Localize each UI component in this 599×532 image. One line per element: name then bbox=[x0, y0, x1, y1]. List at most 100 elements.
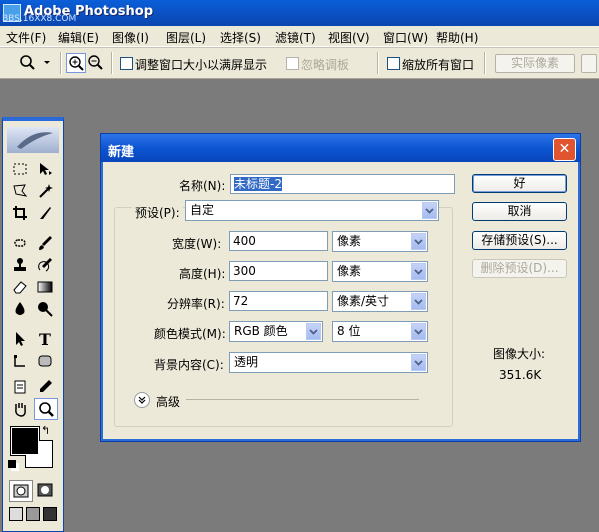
healing-brush-icon bbox=[14, 239, 26, 247]
close-icon[interactable]: ✕ bbox=[553, 138, 576, 161]
advanced-toggle-icon[interactable] bbox=[134, 392, 150, 408]
dodge-icon bbox=[38, 302, 53, 317]
height-unit-select[interactable]: 像素 bbox=[332, 261, 428, 282]
height-input[interactable]: 300 bbox=[229, 261, 328, 281]
healing-brush-tool[interactable] bbox=[9, 233, 31, 253]
brush-tool[interactable] bbox=[34, 233, 56, 253]
name-input[interactable]: 未标题-2 bbox=[230, 174, 455, 194]
new-document-dialog: 新建 ✕ 名称(N): 未标题-2 预设(P): 自定 宽度(W): 400 像… bbox=[100, 133, 581, 442]
magic-wand-tool[interactable] bbox=[34, 181, 56, 201]
color-mode-select[interactable]: RGB 颜色 bbox=[229, 321, 323, 342]
eyedropper-icon bbox=[40, 380, 52, 392]
path-selection-tool[interactable] bbox=[9, 329, 31, 349]
width-label: 宽度(W): bbox=[172, 237, 222, 251]
menu-layer[interactable]: 图层(L) bbox=[166, 29, 206, 46]
zoom-in-button[interactable] bbox=[66, 53, 86, 73]
default-colors-icon[interactable] bbox=[8, 460, 16, 468]
history-brush-icon bbox=[38, 258, 52, 272]
color-mode-value: RGB 颜色 bbox=[234, 324, 288, 338]
notes-tool[interactable] bbox=[9, 377, 31, 397]
chevron-down-icon bbox=[411, 323, 426, 340]
dodge-tool[interactable] bbox=[34, 299, 56, 319]
standard-mode-icon bbox=[13, 484, 29, 498]
screen-mode-fullscreen-icon[interactable] bbox=[43, 507, 57, 521]
screen-mode-standard-icon[interactable] bbox=[9, 507, 23, 521]
palette-header-logo bbox=[7, 127, 59, 153]
menu-image[interactable]: 图像(I) bbox=[112, 29, 149, 46]
menu-edit[interactable]: 编辑(E) bbox=[58, 29, 99, 46]
zoom-out-icon bbox=[88, 55, 103, 70]
bit-depth-select[interactable]: 8 位 bbox=[332, 321, 428, 342]
menu-select[interactable]: 选择(S) bbox=[220, 29, 261, 46]
zoom-out-button[interactable] bbox=[86, 53, 104, 71]
standard-mode-button[interactable] bbox=[9, 480, 33, 502]
rounded-rectangle-icon bbox=[38, 355, 52, 367]
gradient-icon bbox=[37, 281, 53, 293]
chevron-down-icon bbox=[411, 354, 426, 371]
dialog-title: 新建 bbox=[108, 145, 135, 160]
delete-preset-button[interactable]: 删除预设(D)... bbox=[472, 259, 567, 278]
resize-window-label: 调整窗口大小以满屏显示 bbox=[135, 58, 268, 72]
menu-filter[interactable]: 滤镜(T) bbox=[275, 29, 316, 46]
ignore-palettes-label: 忽略调板 bbox=[301, 58, 350, 72]
eyedropper-tool[interactable] bbox=[34, 377, 56, 397]
fit-screen-button[interactable] bbox=[581, 54, 597, 73]
quick-mask-button[interactable] bbox=[34, 480, 56, 500]
resolution-input[interactable]: 72 bbox=[229, 291, 328, 311]
ignore-palettes-checkbox[interactable] bbox=[286, 57, 299, 70]
height-label: 高度(H): bbox=[179, 267, 226, 281]
zoom-all-windows-checkbox[interactable] bbox=[387, 57, 400, 70]
pen-tool[interactable] bbox=[9, 351, 31, 371]
zoom-tool[interactable] bbox=[34, 398, 58, 420]
menu-help[interactable]: 帮助(H) bbox=[436, 29, 478, 46]
hand-icon bbox=[15, 403, 26, 417]
move-tool[interactable] bbox=[34, 159, 56, 179]
move-icon bbox=[40, 163, 52, 175]
clone-stamp-icon bbox=[14, 258, 26, 271]
menu-window[interactable]: 窗口(W) bbox=[383, 29, 428, 46]
swap-colors-icon[interactable]: ↰ bbox=[41, 424, 50, 437]
advanced-divider bbox=[186, 399, 419, 400]
width-input[interactable]: 400 bbox=[229, 231, 328, 251]
menu-bar: 文件(F) 编辑(E) 图像(I) 图层(L) 选择(S) 滤镜(T) 视图(V… bbox=[0, 26, 599, 47]
slice-icon bbox=[40, 207, 51, 219]
cancel-button[interactable]: 取消 bbox=[472, 202, 567, 221]
lasso-tool[interactable] bbox=[9, 181, 31, 201]
actual-pixels-button[interactable]: 实际像素 bbox=[495, 54, 575, 73]
slice-tool[interactable] bbox=[34, 203, 56, 223]
lasso-icon bbox=[13, 184, 28, 197]
crop-tool[interactable] bbox=[9, 203, 31, 223]
background-contents-select[interactable]: 透明 bbox=[229, 352, 428, 373]
hand-tool[interactable] bbox=[9, 399, 31, 419]
chevron-down-icon bbox=[422, 202, 437, 219]
app-title-bar: Adobe Photoshop BBS.16XX8.COM bbox=[0, 0, 599, 26]
tool-preset-picker[interactable] bbox=[16, 53, 54, 71]
marquee-tool[interactable] bbox=[9, 159, 31, 179]
blur-drop-icon bbox=[15, 302, 25, 315]
shape-tool[interactable] bbox=[34, 351, 56, 371]
resize-window-checkbox[interactable] bbox=[120, 57, 133, 70]
notes-icon bbox=[14, 380, 26, 394]
eraser-tool[interactable] bbox=[9, 277, 31, 297]
zoom-all-windows-label: 缩放所有窗口 bbox=[402, 58, 475, 72]
watermark-text: BBS.16XX8.COM bbox=[2, 14, 77, 24]
type-tool[interactable]: T bbox=[34, 329, 56, 349]
resolution-unit-select[interactable]: 像素/英寸 bbox=[332, 291, 428, 312]
menu-file[interactable]: 文件(F) bbox=[6, 29, 46, 46]
preset-select[interactable]: 自定 bbox=[185, 200, 439, 221]
blur-tool[interactable] bbox=[9, 299, 31, 319]
advanced-label[interactable]: 高级 bbox=[156, 393, 180, 410]
gradient-tool[interactable] bbox=[34, 277, 56, 297]
ok-button[interactable]: 好 bbox=[472, 174, 567, 193]
width-unit-select[interactable]: 像素 bbox=[332, 231, 428, 252]
type-icon: T bbox=[39, 329, 51, 349]
menu-view[interactable]: 视图(V) bbox=[328, 29, 370, 46]
tools-palette: T ↰ bbox=[2, 117, 64, 532]
preset-select-value: 自定 bbox=[190, 203, 215, 217]
screen-mode-fullscreen-menu-icon[interactable] bbox=[26, 507, 40, 521]
crop-icon bbox=[13, 206, 27, 220]
save-preset-button[interactable]: 存储预设(S)... bbox=[472, 231, 567, 250]
clone-stamp-tool[interactable] bbox=[9, 255, 31, 275]
history-brush-tool[interactable] bbox=[34, 255, 56, 275]
width-unit-value: 像素 bbox=[337, 234, 362, 248]
